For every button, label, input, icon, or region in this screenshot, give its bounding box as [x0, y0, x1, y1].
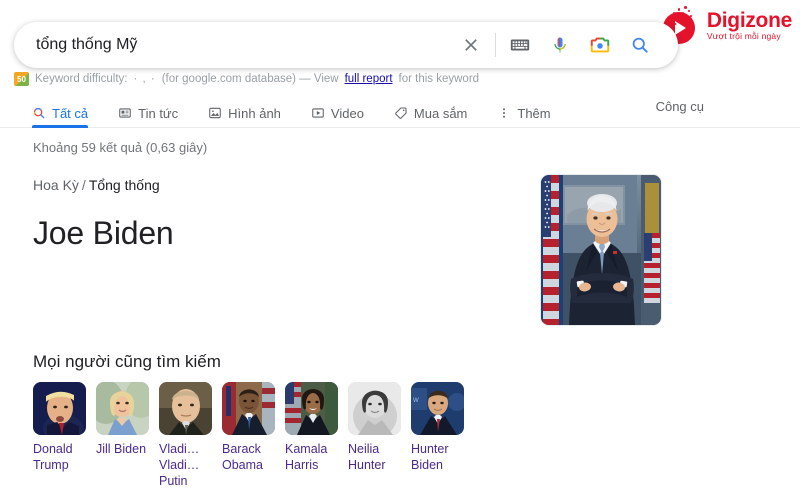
tab-images[interactable]: Hình ảnh	[208, 92, 281, 127]
tab-label: Video	[330, 105, 364, 121]
entity-hero-image[interactable]	[540, 174, 662, 326]
tab-shopping[interactable]: Mua sắm	[394, 92, 467, 127]
list-item[interactable]: Donald Trump	[33, 382, 86, 489]
person-name: Jill Biden	[96, 442, 147, 456]
keyword-difficulty-bar: 50 Keyword difficulty: · , · (for google…	[14, 72, 479, 86]
people-also-search-heading: Mọi người cũng tìm kiếm	[33, 352, 221, 371]
search-icon	[32, 106, 46, 120]
person-name: Hunter Biden	[411, 442, 449, 472]
tab-all[interactable]: Tất cả	[32, 92, 89, 128]
list-item[interactable]: Neilia Hunter	[348, 382, 401, 489]
person-name: Neilia Hunter	[348, 442, 386, 472]
tab-more[interactable]: Thêm	[497, 92, 551, 127]
breadcrumb: Hoa Kỳ / Tổng thống	[33, 177, 160, 193]
avatar	[222, 382, 275, 435]
svg-text:W: W	[413, 398, 419, 404]
microphone-icon[interactable]	[540, 25, 580, 65]
person-name: Vladi… Vladi… Putin	[159, 442, 200, 488]
digizone-logo: Digizone Vượt trội mỗi ngày	[661, 6, 792, 46]
search-icon[interactable]	[620, 25, 660, 65]
news-icon	[118, 106, 132, 120]
search-bar[interactable]	[14, 22, 678, 68]
list-item[interactable]: Jill Biden	[96, 382, 149, 489]
full-report-link[interactable]: full report	[345, 73, 393, 85]
list-item[interactable]: Kamala Harris	[285, 382, 338, 489]
list-item[interactable]: Barack Obama	[222, 382, 275, 489]
breadcrumb-separator: /	[81, 177, 86, 193]
tab-news[interactable]: Tin tức	[118, 92, 178, 127]
list-item[interactable]: Vladi… Vladi… Putin	[159, 382, 212, 489]
keyboard-icon[interactable]	[500, 25, 540, 65]
people-also-search-list: Donald Trump Jill Biden Vladi… Vladi… Pu…	[33, 382, 464, 489]
person-name: Barack Obama	[222, 442, 263, 472]
tools-button[interactable]: Công cụ	[656, 99, 704, 114]
avatar	[33, 382, 86, 435]
keyword-difficulty-database: (for google.com database) — View	[161, 73, 339, 85]
avatar: W	[411, 382, 464, 435]
avatar	[348, 382, 401, 435]
avatar	[96, 382, 149, 435]
divider	[495, 33, 496, 57]
avatar	[285, 382, 338, 435]
tab-label: Thêm	[517, 105, 551, 121]
result-stats: Khoảng 59 kết quả (0,63 giây)	[33, 140, 208, 155]
tab-label: Mua sắm	[413, 105, 468, 121]
tag-icon	[394, 106, 408, 120]
keyword-difficulty-suffix: for this keyword	[398, 73, 480, 85]
google-search-results-page: Digizone Vượt trội mỗi ngày tổng thống M…	[0, 0, 800, 500]
breadcrumb-parent[interactable]: Hoa Kỳ	[33, 177, 79, 193]
tab-label: Tất cả	[52, 105, 89, 121]
brand-tagline: Vượt trội mỗi ngày	[706, 30, 781, 41]
image-icon	[208, 106, 222, 120]
tab-video[interactable]: Video	[311, 92, 364, 127]
close-icon[interactable]	[451, 25, 491, 65]
avatar	[159, 382, 212, 435]
person-name: Kamala Harris	[285, 442, 328, 472]
more-vertical-icon	[497, 106, 511, 120]
tab-label: Tin tức	[138, 105, 179, 121]
keyword-difficulty-label: Keyword difficulty:	[35, 73, 128, 85]
search-bar-actions	[451, 25, 678, 65]
keyword-difficulty-value: · , ·	[133, 73, 156, 85]
camera-lens-icon[interactable]	[580, 25, 620, 65]
breadcrumb-current: Tổng thống	[88, 177, 160, 193]
person-name: Donald Trump	[33, 442, 73, 472]
search-input[interactable]	[14, 36, 451, 54]
tab-label: Hình ảnh	[228, 105, 281, 121]
page-title: Joe Biden	[33, 215, 174, 251]
list-item[interactable]: W Hunter Biden	[411, 382, 464, 489]
keyword-difficulty-badge: 50	[14, 72, 29, 86]
joe-biden-portrait	[541, 175, 661, 325]
video-icon	[311, 106, 325, 120]
digizone-logo-text: Digizone Vượt trội mỗi ngày	[707, 10, 792, 43]
brand-name: Digizone	[706, 8, 792, 32]
